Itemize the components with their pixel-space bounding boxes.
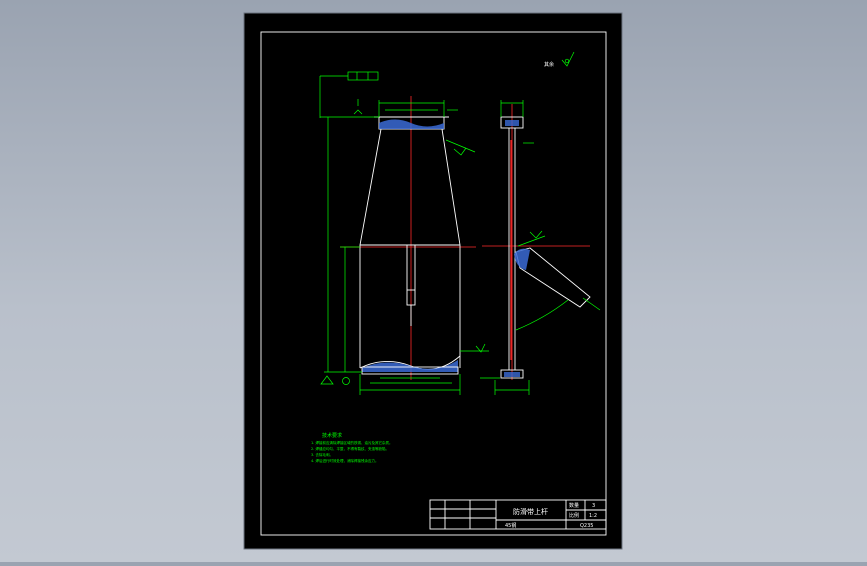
drawing-sheet (243, 12, 623, 550)
tech-req-line-1: 1. 焊接前应清除焊接区域的铁锈、油污及其它杂质。 (311, 440, 392, 445)
tech-req-line-4: 4. 焊后进行时效处理，消除焊接残余应力。 (311, 458, 378, 463)
count-value: 3 (592, 503, 595, 509)
drawing-title: 防滑带上杆 (513, 507, 548, 516)
tech-req-heading: 技术要求 (322, 432, 342, 439)
material-code: Q235 (580, 523, 593, 529)
tech-req-line-3: 3. 去除毛刺。 (311, 452, 333, 457)
surface-mark-label: 其余 (544, 61, 554, 68)
material-label: 45钢 (505, 522, 516, 529)
tech-req-line-2: 2. 焊缝应均匀、平整，不得有裂纹、夹渣等缺陷。 (311, 446, 389, 451)
count-label: 数量 (569, 502, 579, 509)
scale-value: 1:2 (589, 513, 597, 519)
scale-label: 比例 (569, 512, 579, 519)
drawing-canvas[interactable]: 其余 技术要求 1. 焊接前应清除焊接区域的铁锈、油污及其它杂质。 2. 焊缝应… (0, 0, 867, 562)
cad-viewport[interactable]: 其余 技术要求 1. 焊接前应清除焊接区域的铁锈、油污及其它杂质。 2. 焊缝应… (0, 0, 867, 562)
